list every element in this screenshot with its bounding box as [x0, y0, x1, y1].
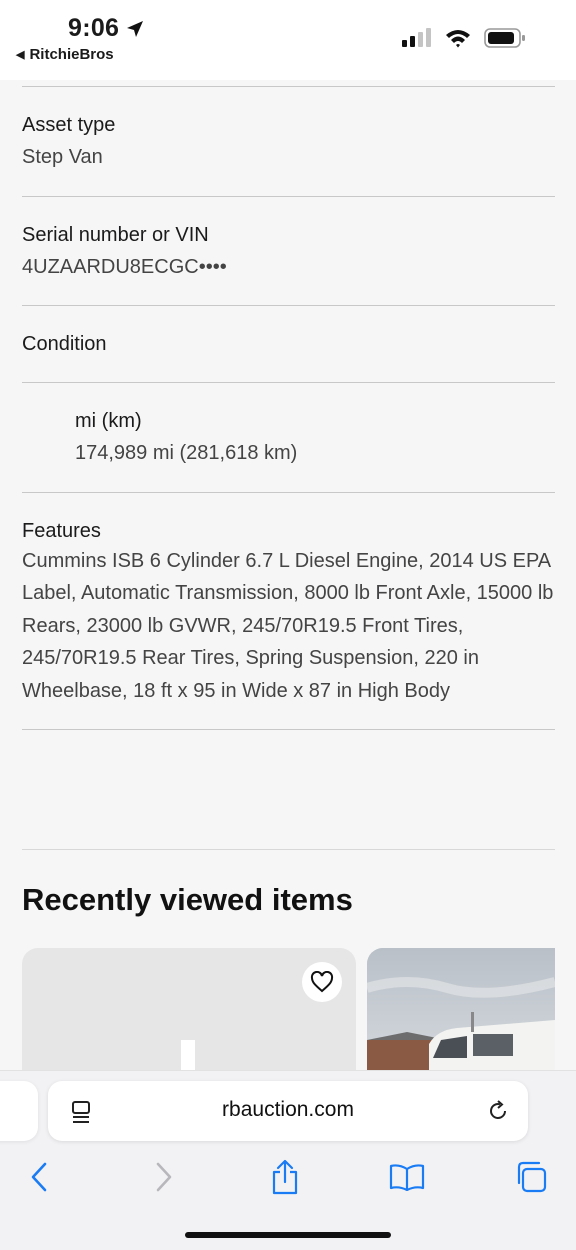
back-triangle-icon: ◀ [16, 49, 25, 61]
recent-item-card[interactable] [22, 948, 356, 1088]
status-icons [402, 28, 526, 48]
home-indicator[interactable] [185, 1232, 391, 1238]
back-to-app-button[interactable]: ◀ RitchieBros [16, 46, 114, 63]
share-button[interactable] [265, 1159, 305, 1195]
chevron-left-icon [31, 1162, 47, 1192]
meter-label: mi (km) [75, 410, 142, 432]
cellular-signal-icon [402, 28, 431, 47]
wifi-icon [446, 30, 470, 48]
step-van-photo [367, 948, 555, 1088]
detail-meter: mi (km) 174,989 mi (281,618 km) [22, 383, 555, 492]
share-icon [272, 1159, 298, 1195]
tabs-button[interactable] [510, 1159, 550, 1195]
recently-viewed-heading: Recently viewed items [22, 882, 353, 917]
detail-condition: Condition [22, 306, 555, 382]
url-text: rbauction.com [222, 1098, 354, 1121]
detail-label: Condition [22, 333, 107, 355]
status-bar: 9:06 ◀ RitchieBros [0, 0, 576, 80]
detail-features: Features Cummins ISB 6 Cylinder 6.7 L Di… [22, 493, 555, 729]
previous-tab-preview[interactable] [0, 1081, 38, 1141]
detail-value: Step Van [22, 146, 103, 168]
features-label: Features [22, 520, 101, 542]
divider [22, 849, 555, 850]
detail-label: Serial number or VIN [22, 224, 209, 246]
item-details: Asset type Step Van Serial number or VIN… [22, 86, 555, 850]
detail-label: Asset type [22, 114, 116, 136]
features-text: Cummins ISB 6 Cylinder 6.7 L Diesel Engi… [22, 550, 554, 702]
book-icon [389, 1164, 425, 1191]
recent-item-card[interactable] [367, 948, 555, 1088]
location-arrow-icon [127, 20, 144, 37]
tabs-icon [517, 1161, 547, 1193]
status-time-group: 9:06 [68, 14, 145, 43]
meter-value: 174,989 mi (281,618 km) [75, 442, 298, 464]
favorite-button[interactable] [302, 962, 342, 1002]
detail-serial-number: Serial number or VIN 4UZAARDU8ECGC•••• [22, 197, 555, 305]
battery-icon [484, 28, 525, 48]
back-button[interactable] [19, 1159, 59, 1195]
bookmarks-button[interactable] [387, 1159, 427, 1195]
back-app-label: RitchieBros [29, 46, 114, 63]
browser-toolbar: rbauction.com [0, 1070, 576, 1250]
detail-asset-type: Asset type Step Van [22, 87, 555, 196]
forward-button[interactable] [144, 1159, 184, 1195]
chevron-right-icon [156, 1162, 172, 1192]
detail-value: 4UZAARDU8ECGC•••• [22, 256, 227, 278]
status-time: 9:06 [68, 14, 120, 42]
heart-icon [310, 971, 334, 993]
reload-icon[interactable] [486, 1099, 510, 1123]
address-bar[interactable]: rbauction.com [48, 1081, 528, 1141]
